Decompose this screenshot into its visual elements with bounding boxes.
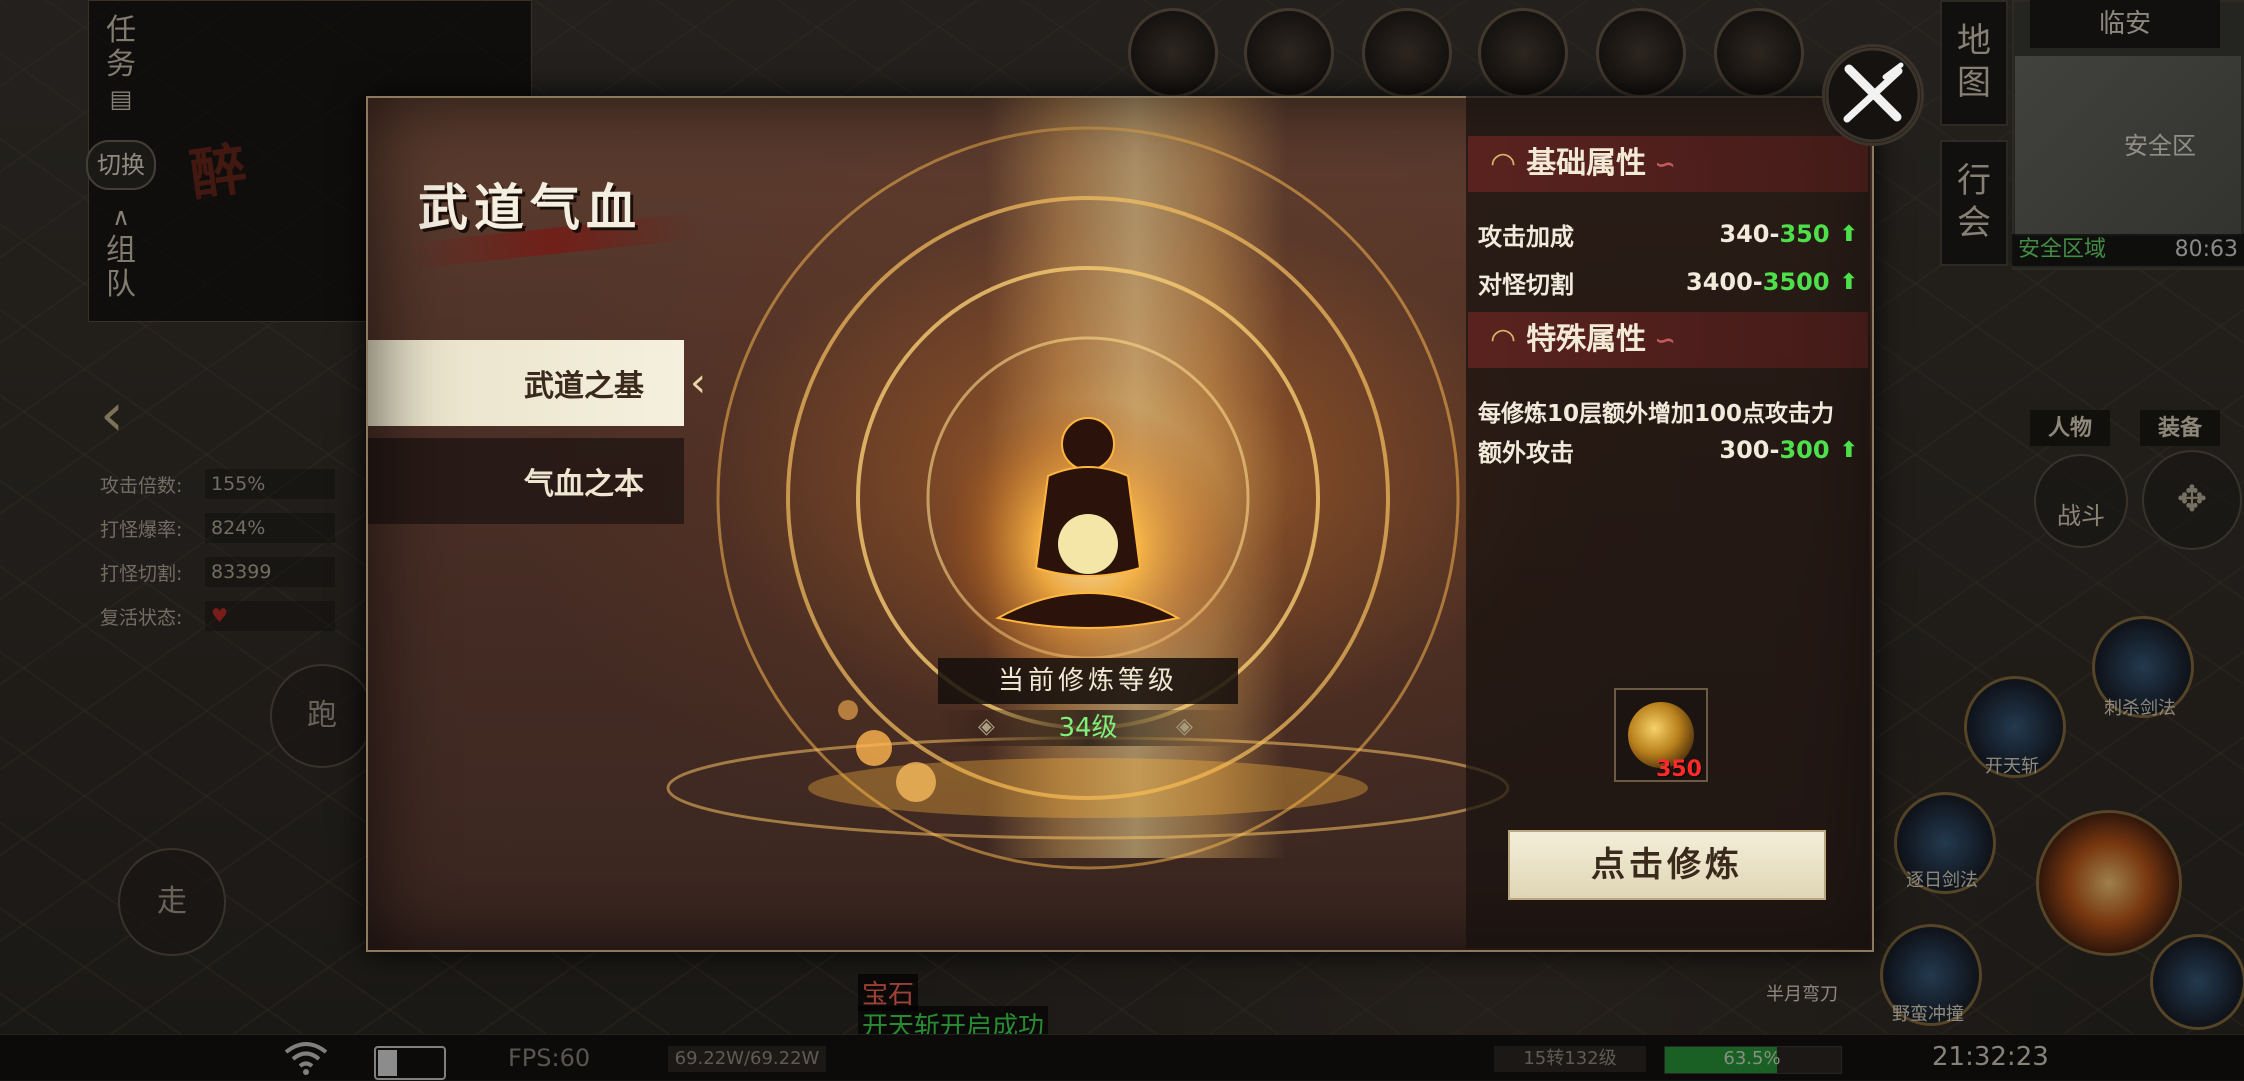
up-arrow-icon: ⬆ [1839,269,1858,295]
up-arrow-icon: ⬆ [1839,221,1858,247]
attr-base: 300 [1719,436,1770,464]
attr-name: 额外攻击 [1478,438,1574,467]
attr-separator: - [1752,268,1763,296]
attr-row: 额外攻击 300-300 ⬆ [1478,430,1858,470]
attr-next: 300 [1779,436,1830,464]
special-description: 每修炼10层额外增加100点攻击力 [1478,401,1835,427]
basic-attr-header: ◠ 基础属性 ∽ [1468,136,1868,192]
special-attr-header: ◠ 特殊属性 ∽ [1468,312,1868,368]
swirl-icon: ∽ [1654,326,1676,356]
attr-base: 3400 [1686,268,1753,296]
attr-separator: - [1769,436,1780,464]
attr-separator: - [1769,220,1780,248]
close-icon[interactable] [1822,44,1924,146]
basic-attr-title: 基础属性 [1526,146,1647,181]
attr-row: 对怪切割 3400-3500 ⬆ [1478,262,1858,302]
up-arrow-icon: ⬆ [1839,437,1858,463]
attr-name: 攻击加成 [1478,222,1574,251]
fan-icon: ◠ [1490,322,1517,357]
attr-next: 350 [1779,220,1830,248]
material-slot[interactable]: 350 [1614,688,1708,782]
attr-row: 攻击加成 340-350 ⬆ [1478,214,1858,254]
train-button[interactable]: 点击修炼 [1508,830,1826,900]
attr-next: 3500 [1762,268,1830,296]
attr-name: 对怪切割 [1478,270,1574,299]
special-attr-title: 特殊属性 [1526,322,1647,357]
material-count: 350 [1656,757,1702,782]
swirl-icon: ∽ [1654,150,1676,180]
fan-icon: ◠ [1490,146,1517,181]
attr-base: 340 [1719,220,1770,248]
